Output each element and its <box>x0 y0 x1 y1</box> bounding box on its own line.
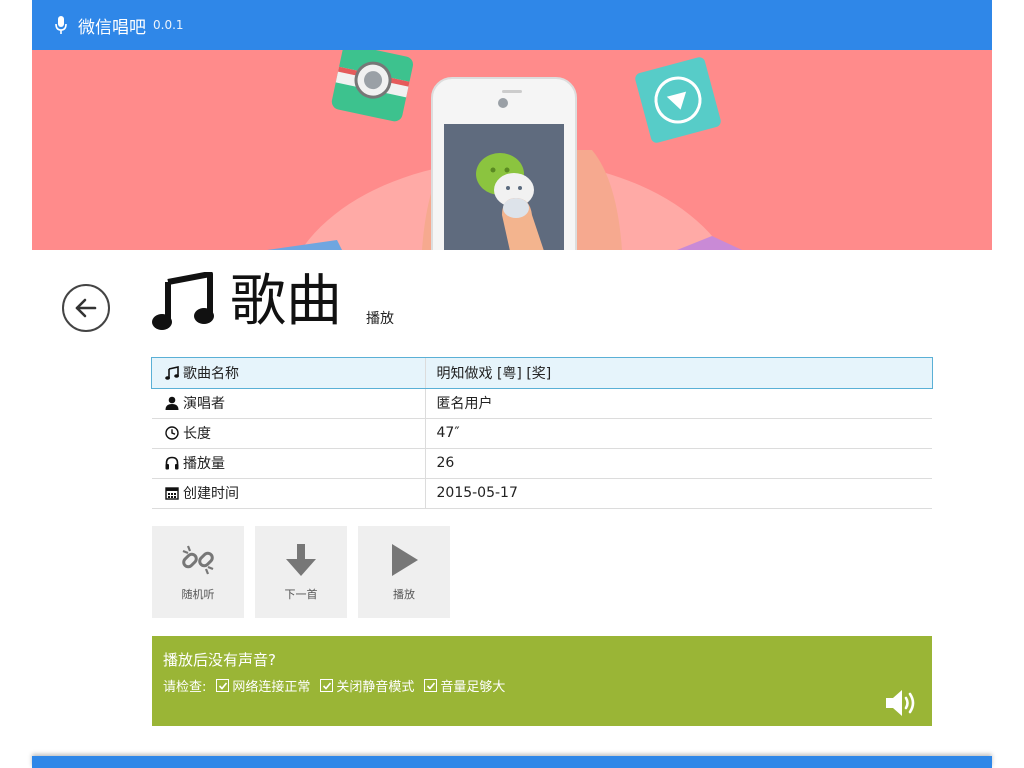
page-title: 歌曲 <box>230 269 342 334</box>
user-icon <box>165 396 179 410</box>
no-sound-tip-panel: 播放后没有声音? 请检查: 网络连接正常 关闭静音模式 音量足够大 <box>152 636 932 726</box>
music-note-icon <box>152 272 214 330</box>
checkbox-checked-icon <box>424 679 438 692</box>
info-label: 长度 <box>183 426 211 442</box>
tip-checklist: 请检查: 网络连接正常 关闭静音模式 音量足够大 <box>163 676 921 695</box>
next-song-label: 下一首 <box>284 588 318 601</box>
page-heading: 歌曲 播放 <box>152 272 394 332</box>
info-label-cell: 播放量 <box>152 448 426 478</box>
page-subtitle: 播放 <box>366 311 394 327</box>
footer-bar <box>32 756 992 768</box>
music-note-icon <box>165 365 179 380</box>
random-play-button[interactable]: 随机听 <box>152 526 244 618</box>
info-label-cell: 创建时间 <box>152 478 426 508</box>
checkbox-checked-icon <box>320 679 334 692</box>
song-info-table: 歌曲名称 明知做戏 [粤] [奖] 演唱者 匿名用户 长度 47″ 播放量 26… <box>151 357 933 509</box>
back-button[interactable] <box>62 284 110 332</box>
table-row: 演唱者 匿名用户 <box>152 388 932 418</box>
arrow-left-icon <box>75 298 97 318</box>
info-label: 播放量 <box>183 456 225 472</box>
length-value: 47″ <box>436 425 460 441</box>
app-title[interactable]: 微信唱吧 <box>78 13 146 38</box>
checklist-label: 关闭静音模式 <box>336 680 415 695</box>
singer-value: 匿名用户 <box>436 396 493 412</box>
table-row: 长度 47″ <box>152 418 932 448</box>
microphone-icon <box>55 16 67 34</box>
table-row: 创建时间 2015-05-17 <box>152 478 932 508</box>
clock-icon <box>165 426 179 440</box>
next-song-button[interactable]: 下一首 <box>255 526 347 618</box>
created-date-value: 2015-05-17 <box>436 485 518 501</box>
play-icon <box>392 544 418 576</box>
checklist-item-volume: 音量足够大 <box>424 676 505 695</box>
info-label-cell: 长度 <box>152 418 426 448</box>
table-row: 歌曲名称 明知做戏 [粤] [奖] <box>151 357 933 389</box>
arrow-down-icon <box>286 544 316 576</box>
banner-image <box>32 50 992 250</box>
info-label: 演唱者 <box>183 396 225 412</box>
song-name-value: 明知做戏 [粤] [奖] <box>436 365 552 382</box>
tip-check-label: 请检查: <box>163 680 207 695</box>
calendar-icon <box>165 487 179 500</box>
random-play-label: 随机听 <box>181 588 215 601</box>
play-button[interactable]: 播放 <box>358 526 450 618</box>
broken-link-icon <box>182 545 214 575</box>
play-label: 播放 <box>393 588 415 601</box>
app-version: 0.0.1 <box>153 18 184 32</box>
page: 微信唱吧 0.0.1 歌曲 播放 歌曲名称 明知做戏 [粤] [奖] 演唱者 匿… <box>0 0 1024 768</box>
action-buttons: 随机听 下一首 播放 <box>152 526 461 618</box>
play-count-value: 26 <box>436 455 455 471</box>
checkbox-checked-icon <box>216 679 230 692</box>
info-label-cell: 演唱者 <box>152 388 426 418</box>
headphones-icon <box>165 456 179 470</box>
checklist-item-network: 网络连接正常 <box>216 676 310 695</box>
info-label-cell: 歌曲名称 <box>152 358 426 388</box>
app-header: 微信唱吧 0.0.1 <box>32 0 992 50</box>
tip-title: 播放后没有声音? <box>163 651 276 669</box>
table-row: 播放量 26 <box>152 448 932 478</box>
checklist-label: 网络连接正常 <box>232 680 311 695</box>
speaker-volume-icon <box>886 690 915 716</box>
checklist-item-mute: 关闭静音模式 <box>320 676 414 695</box>
info-label: 创建时间 <box>183 486 239 502</box>
info-label: 歌曲名称 <box>183 365 239 382</box>
checklist-label: 音量足够大 <box>440 680 506 695</box>
